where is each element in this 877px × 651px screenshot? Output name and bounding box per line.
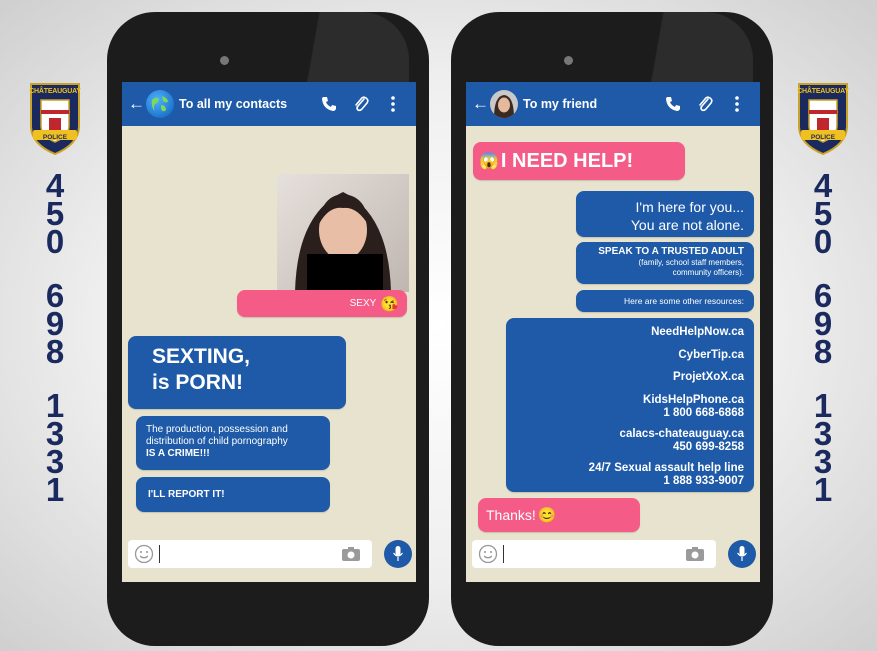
resource-item[interactable]: 24/7 Sexual assault help line 1 888 933-… [506, 462, 744, 489]
back-arrow-icon[interactable]: ← [128, 94, 145, 114]
microphone-button[interactable] [384, 540, 412, 568]
police-badge-logo: CHÂTEAUGUAY POLICE [795, 82, 851, 156]
resources-intro-bubble: Here are some other resources: [576, 290, 754, 312]
resource-item[interactable]: NeedHelpNow.ca [506, 326, 744, 340]
crime-message-bubble: The production, possession and distribut… [136, 416, 330, 470]
digit: 0 [45, 223, 65, 260]
thanks-text: Thanks! [486, 507, 536, 523]
resource-item[interactable]: CyberTip.ca [506, 349, 744, 363]
chat-screen-left: ← To all my contacts SEXY 😘 SEXTING, is … [122, 82, 416, 582]
back-arrow-icon[interactable]: ← [472, 94, 489, 114]
badge-top-text: CHÂTEAUGUAY [29, 88, 81, 95]
phone-number-vertical: 4 5 0 6 9 8 1 3 3 1 [813, 169, 833, 508]
phone-left: ← To all my contacts SEXY 😘 SEXTING, is … [107, 12, 429, 646]
kiss-emoji: 😘 [380, 295, 399, 313]
microphone-icon [393, 546, 403, 561]
support-reply-bubble: I'm here for you... You are not alone. [576, 191, 754, 237]
phone-right: ← To my friend 😱 I NEED HELP! I'm here f… [451, 12, 773, 646]
crime-message-bold: IS A CRIME!!! [146, 448, 210, 459]
report-message-text: I'LL REPORT IT! [148, 489, 225, 500]
trusted-adult-bubble: SPEAK TO A TRUSTED ADULT (family, school… [576, 242, 754, 284]
phone-number-vertical: 4 5 0 6 9 8 1 3 3 1 [45, 169, 65, 508]
left-police-column: CHÂTEAUGUAY POLICE 4 5 0 6 9 8 1 3 3 1 [25, 82, 85, 508]
contact-name: To all my contacts [179, 97, 288, 111]
resources-intro-text: Here are some other resources: [624, 296, 744, 306]
resource-name: CyberTip.ca [678, 348, 744, 361]
digit: 1 [45, 471, 65, 508]
text-cursor [159, 545, 160, 563]
sexting-message-bubble: SEXTING, is PORN! [128, 336, 346, 409]
paperclip-icon[interactable] [352, 95, 370, 113]
badge-bottom-text: POLICE [810, 134, 836, 141]
resource-phone: 1 888 933-9007 [663, 475, 744, 487]
police-badge-logo: CHÂTEAUGUAY POLICE [27, 82, 83, 156]
phone-icon[interactable] [664, 95, 682, 113]
phone-speaker [220, 56, 229, 65]
paperclip-icon[interactable] [696, 95, 714, 113]
support-reply-line: I'm here for you... [635, 199, 745, 215]
resource-item[interactable]: calacs-chateauguay.ca 450 699-8258 [506, 428, 744, 455]
message-headline: SEXTING, [152, 345, 251, 368]
message-headline: is PORN! [152, 371, 244, 394]
chat-header: ← To my friend [466, 82, 760, 126]
resource-item[interactable]: KidsHelpPhone.ca 1 800 668-6868 [506, 394, 744, 421]
camera-icon[interactable] [342, 547, 360, 561]
thanks-message-bubble: Thanks! 😊 [478, 498, 640, 532]
resource-name: NeedHelpNow.ca [651, 326, 744, 338]
help-message-text: I NEED HELP! [500, 149, 634, 172]
support-reply-line: You are not alone. [630, 217, 744, 233]
avatar [490, 90, 518, 118]
resource-name: 24/7 Sexual assault help line [588, 461, 744, 474]
microphone-icon [737, 546, 747, 561]
digit: 8 [45, 333, 65, 370]
resource-name: calacs-chateauguay.ca [619, 427, 744, 440]
trusted-adult-title: SPEAK TO A TRUSTED ADULT [598, 246, 744, 257]
digit: 0 [813, 223, 833, 260]
crime-message-text: The production, possession and distribut… [146, 424, 288, 447]
resource-name: ProjetXoX.ca [673, 371, 744, 383]
digit: 8 [813, 333, 833, 370]
shared-photo[interactable] [277, 174, 409, 292]
badge-bottom-text: POLICE [42, 134, 68, 141]
phone-icon[interactable] [320, 95, 338, 113]
camera-icon[interactable] [686, 547, 704, 561]
trusted-adult-detail: (family, school staff members, [638, 257, 744, 267]
contact-name: To my friend [523, 97, 598, 111]
smile-emoji: 😊 [537, 507, 557, 524]
report-message-bubble: I'LL REPORT IT! [136, 477, 330, 512]
scream-emoji: 😱 [479, 153, 499, 170]
caption-text: SEXY [349, 298, 377, 309]
trusted-adult-detail: community officers). [672, 268, 744, 277]
resources-list-bubble: NeedHelpNow.ca CyberTip.ca ProjetXoX.ca … [506, 318, 754, 492]
globe-icon [146, 90, 174, 118]
resource-item[interactable]: ProjetXoX.ca [506, 371, 744, 385]
text-cursor [503, 545, 504, 563]
chat-screen-right: ← To my friend 😱 I NEED HELP! I'm here f… [466, 82, 760, 582]
microphone-button[interactable] [728, 540, 756, 568]
right-police-column: CHÂTEAUGUAY POLICE 4 5 0 6 9 8 1 3 3 1 [793, 82, 853, 508]
resource-phone: 1 800 668-6868 [663, 407, 744, 419]
badge-top-text: CHÂTEAUGUAY [797, 88, 849, 95]
help-message-bubble: 😱 I NEED HELP! [473, 142, 685, 180]
more-icon[interactable] [384, 95, 402, 113]
resource-name: KidsHelpPhone.ca [643, 393, 744, 406]
smiley-icon[interactable] [478, 544, 498, 564]
smiley-icon[interactable] [134, 544, 154, 564]
sexy-caption-bubble: SEXY 😘 [237, 290, 407, 317]
phone-speaker [564, 56, 573, 65]
resource-phone: 450 699-8258 [673, 441, 744, 453]
message-input-field[interactable] [128, 540, 372, 568]
more-icon[interactable] [728, 95, 746, 113]
message-input-field[interactable] [472, 540, 716, 568]
chat-header: ← To all my contacts [122, 82, 416, 126]
digit: 1 [813, 471, 833, 508]
